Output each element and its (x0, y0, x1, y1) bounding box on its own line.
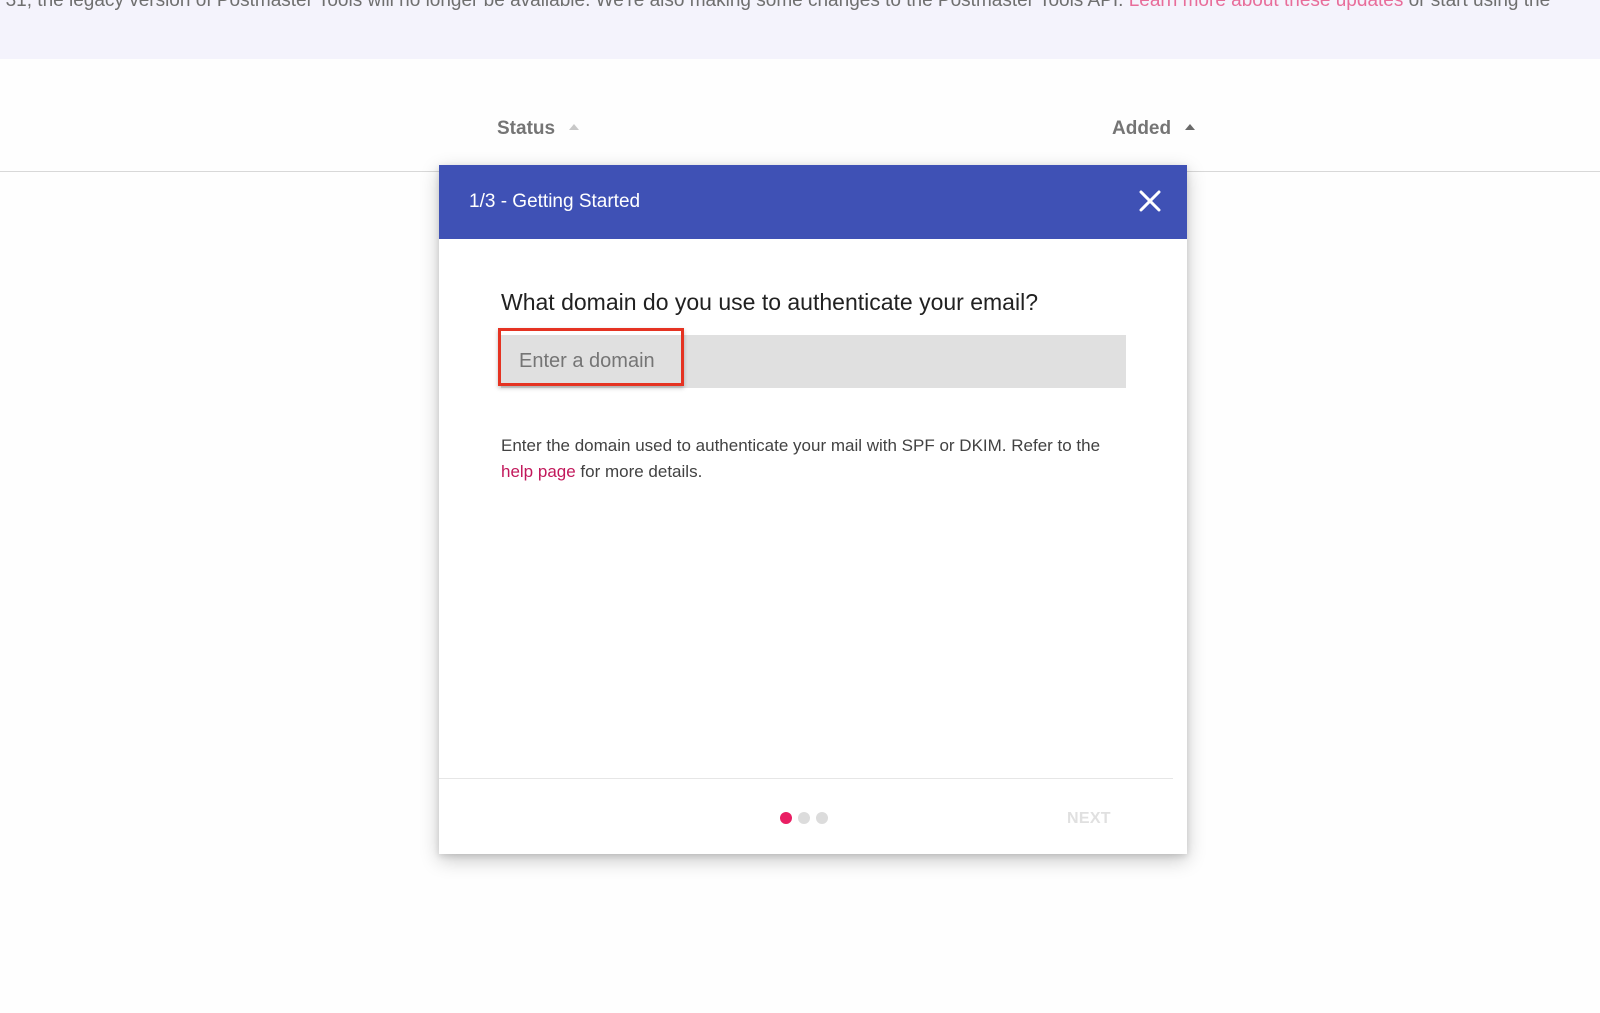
announcement-banner: r 31, the legacy version of Postmaster T… (0, 0, 1600, 59)
domain-input[interactable] (501, 335, 1126, 388)
dialog-footer-divider (439, 778, 1173, 779)
close-button[interactable] (1135, 186, 1165, 216)
getting-started-dialog: 1/3 - Getting Started What domain do you… (439, 165, 1187, 854)
column-header-status-label: Status (497, 118, 556, 139)
help-text-before: Enter the domain used to authenticate yo… (501, 436, 1101, 455)
banner-text-before: r 31, the legacy version of Postmaster T… (0, 0, 1129, 11)
help-text-after: for more details. (575, 462, 703, 481)
banner-text: r 31, the legacy version of Postmaster T… (0, 0, 1550, 12)
help-page-link[interactable]: help page (501, 462, 576, 481)
column-header-status[interactable]: Status (497, 118, 580, 140)
step-indicator (780, 811, 834, 829)
sort-arrow-icon (1185, 124, 1196, 130)
next-button[interactable]: NEXT (1067, 810, 1111, 828)
banner-text-after: or start using the (1403, 0, 1551, 11)
sort-arrow-icon (569, 124, 580, 130)
step-dot (816, 812, 828, 824)
dialog-header: 1/3 - Getting Started (439, 165, 1187, 239)
column-header-added-label: Added (1112, 118, 1172, 139)
dialog-title: 1/3 - Getting Started (469, 191, 641, 212)
step-dot (780, 812, 792, 824)
step-dot (798, 812, 810, 824)
domain-field (498, 328, 1126, 388)
close-icon (1139, 190, 1161, 212)
column-header-added[interactable]: Added (1112, 118, 1196, 140)
domain-question: What domain do you use to authenticate y… (501, 289, 1038, 315)
domain-table-header: Status Added (0, 60, 1600, 172)
help-text: Enter the domain used to authenticate yo… (501, 433, 1121, 485)
banner-learn-more-link[interactable]: Learn more about these updates (1129, 0, 1404, 11)
